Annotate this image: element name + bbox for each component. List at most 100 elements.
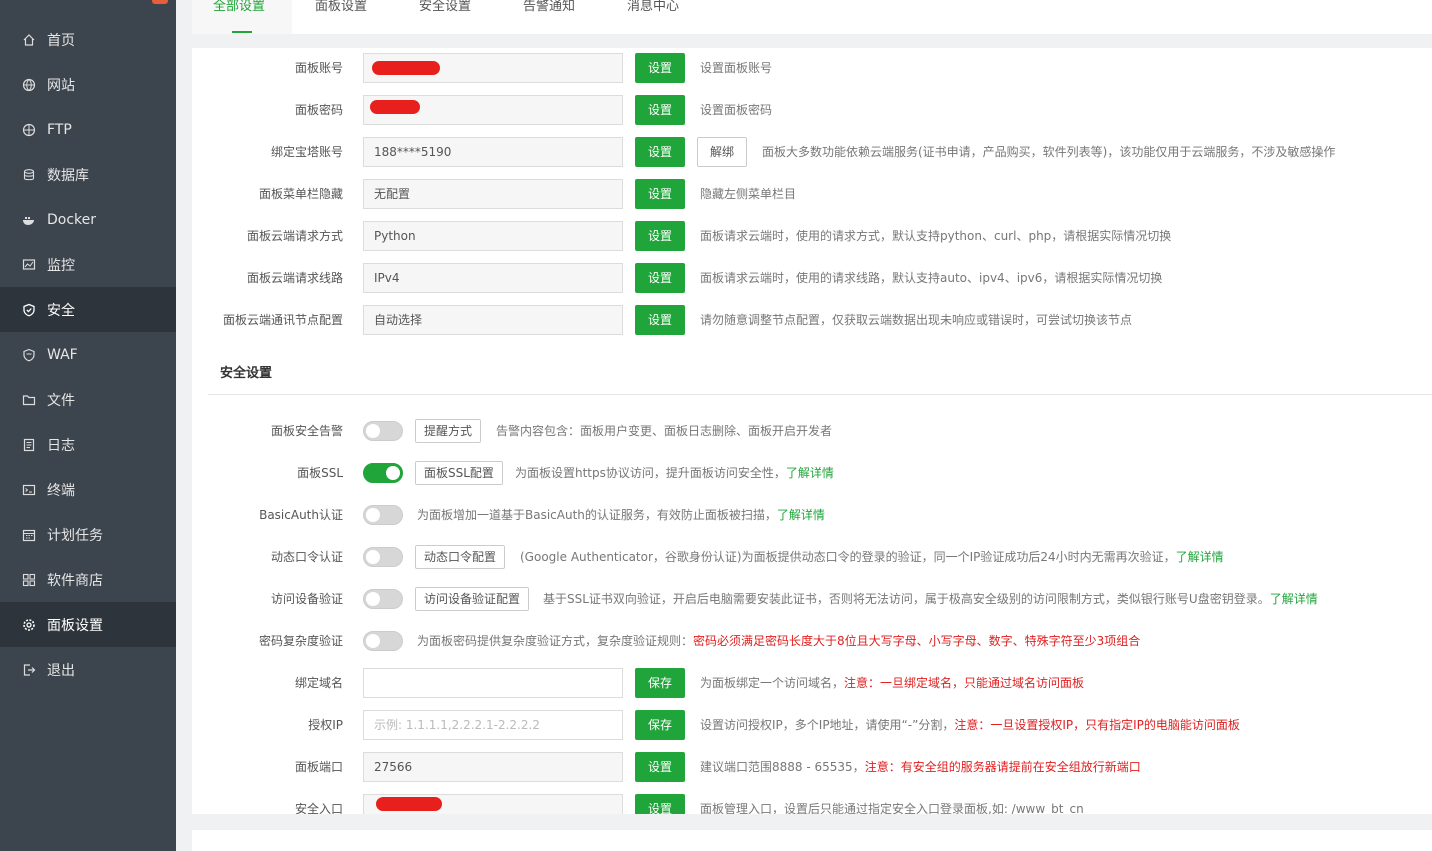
field-label: 访问设备验证 [270,592,343,606]
sidebar-item-6[interactable]: 安全 [0,287,176,332]
sidebar-item-8[interactable]: 文件 [0,377,176,422]
sidebar-item-4[interactable]: Docker [0,197,176,242]
hint-text: 建议端口范围8888 - 65535， [700,760,865,774]
sidebar-item-9[interactable]: 日志 [0,422,176,467]
basicauth-toggle[interactable] [363,505,403,525]
learn-more-link[interactable]: 了解详情 [777,508,825,522]
sidebar-item-label: 数据库 [47,167,89,184]
device-verify-toggle[interactable] [363,589,403,609]
tab-message-center[interactable]: 消息中心 [627,0,679,34]
set-menu-hide-button[interactable]: 设置 [635,179,685,209]
logout-icon [22,663,36,677]
waf-shield-icon [22,348,36,362]
row-bind-domain: 绑定域名 保存 为面板绑定一个访问域名，注意：一旦绑定域名，只能通过域名访问面板 [192,668,1432,698]
redaction-mark [376,797,442,811]
sidebar-item-2[interactable]: FTP [0,107,176,152]
tab-label: 面板设置 [315,0,368,14]
globe-icon [22,78,36,92]
sidebar-item-label: 安全 [47,302,75,319]
sidebar-item-1[interactable]: 网站 [0,62,176,107]
field-label: BasicAuth认证 [259,508,343,522]
docker-icon [22,213,36,227]
set-bind-account-button[interactable]: 设置 [635,137,685,167]
row-panel-password: 面板密码 设置 设置面板密码 [192,95,1432,125]
learn-more-link[interactable]: 了解详情 [1270,592,1318,606]
sidebar-item-label: 退出 [47,662,75,679]
menu-hide-input[interactable]: 无配置 [363,179,623,209]
sidebar-item-label: Docker [47,211,97,228]
set-request-line-button[interactable]: 设置 [635,263,685,293]
sidebar-item-7[interactable]: WAF [0,332,176,377]
sidebar-item-12[interactable]: 软件商店 [0,557,176,602]
tab-alert-notification[interactable]: 告警通知 [523,0,575,34]
bind-domain-input[interactable] [363,668,623,698]
save-domain-button[interactable]: 保存 [635,668,685,698]
row-bind-account: 绑定宝塔账号 188****5190 设置 解绑 面板大多数功能依赖云端服务(证… [192,137,1432,167]
warning-text: 注意：有安全组的服务器请提前在安全组放行新端口 [864,760,1141,774]
set-password-button[interactable]: 设置 [635,95,685,125]
bound-account-input[interactable]: 188****5190 [363,137,623,167]
field-label: 面板端口 [294,760,343,774]
sidebar-top [0,0,176,17]
set-node-config-button[interactable]: 设置 [635,305,685,335]
field-label: 面板SSL [297,466,343,480]
row-device-verify: 访问设备验证 访问设备验证配置 基于SSL证书双向验证，开启后电脑需要安装此证书… [192,584,1432,614]
panel-port-input[interactable]: 27566 [363,752,623,782]
totp-config-button[interactable]: 动态口令配置 [415,545,506,569]
row-menu-hide: 面板菜单栏隐藏 无配置 设置 隐藏左侧菜单栏目 [192,179,1432,209]
panel-password-input[interactable] [363,95,623,125]
node-config-input[interactable]: 自动选择 [363,305,623,335]
password-complexity-toggle[interactable] [363,631,403,651]
toggle-knob [386,466,400,480]
sidebar-item-5[interactable]: 监控 [0,242,176,287]
field-label: 动态口令认证 [270,550,343,564]
panel-ssl-toggle[interactable] [363,463,403,483]
hint-text: 为面板绑定一个访问域名， [700,676,845,690]
totp-toggle[interactable] [363,547,403,567]
panel-account-input[interactable] [363,53,623,83]
security-alert-toggle[interactable] [363,421,403,441]
save-auth-ip-button[interactable]: 保存 [635,710,685,740]
alert-method-button[interactable]: 提醒方式 [415,419,482,443]
field-label: 面板安全告警 [270,424,343,438]
set-port-button[interactable]: 设置 [635,752,685,782]
tab-panel-settings[interactable]: 面板设置 [315,0,367,34]
monitor-icon [22,258,36,272]
set-entry-button[interactable]: 设置 [635,794,685,814]
tab-security-settings[interactable]: 安全设置 [419,0,471,34]
device-verify-config-button[interactable]: 访问设备验证配置 [415,587,530,611]
sidebar-item-label: 文件 [47,392,75,409]
sidebar-item-13[interactable]: 面板设置 [0,602,176,647]
row-auth-ip: 授权IP 示例: 1.1.1.1,2.2.2.1-2.2.2.2 保存 设置访问… [192,710,1432,740]
sidebar-item-label: 监控 [47,257,75,274]
row-request-method: 面板云端请求方式 Python 设置 面板请求云端时，使用的请求方式，默认支持p… [192,221,1432,251]
row-security-alert: 面板安全告警 提醒方式 告警内容包含：面板用户变更、面板日志删除、面板开启开发者 [192,416,1432,446]
hint-text: 为面板设置https协议访问，提升面板访问安全性， [515,466,786,480]
tab-all-settings[interactable]: 全部设置 [192,0,292,34]
ssl-config-button[interactable]: 面板SSL配置 [415,461,503,485]
unbind-button[interactable]: 解绑 [697,137,748,167]
toggle-knob [366,508,380,522]
hint-text: 隐藏左侧菜单栏目 [700,187,797,201]
set-request-method-button[interactable]: 设置 [635,221,685,251]
folder-icon [22,393,36,407]
set-account-button[interactable]: 设置 [635,53,685,83]
toggle-knob [366,592,380,606]
hint-text: 请勿随意调整节点配置，仅获取云端数据出现未响应或错误时，可尝试切换该节点 [700,313,1133,327]
hint-text: 面板请求云端时，使用的请求线路，默认支持auto、ipv4、ipv6，请根据实际… [700,271,1163,285]
request-line-input[interactable]: IPv4 [363,263,623,293]
sidebar-item-label: 终端 [47,482,75,499]
sidebar-item-10[interactable]: 终端 [0,467,176,512]
request-method-input[interactable]: Python [363,221,623,251]
sidebar-item-14[interactable]: 退出 [0,647,176,692]
hint-text: 设置面板密码 [700,103,773,117]
hint-text: 设置访问授权IP，多个IP地址，请使用“-”分割， [700,718,955,732]
calendar-icon [22,528,36,542]
sidebar-item-0[interactable]: 首页 [0,17,176,62]
auth-ip-input[interactable]: 示例: 1.1.1.1,2.2.2.1-2.2.2.2 [363,710,623,740]
sidebar-item-3[interactable]: 数据库 [0,152,176,197]
learn-more-link[interactable]: 了解详情 [786,466,834,480]
security-entry-input[interactable] [363,794,623,814]
learn-more-link[interactable]: 了解详情 [1176,550,1224,564]
sidebar-item-11[interactable]: 计划任务 [0,512,176,557]
